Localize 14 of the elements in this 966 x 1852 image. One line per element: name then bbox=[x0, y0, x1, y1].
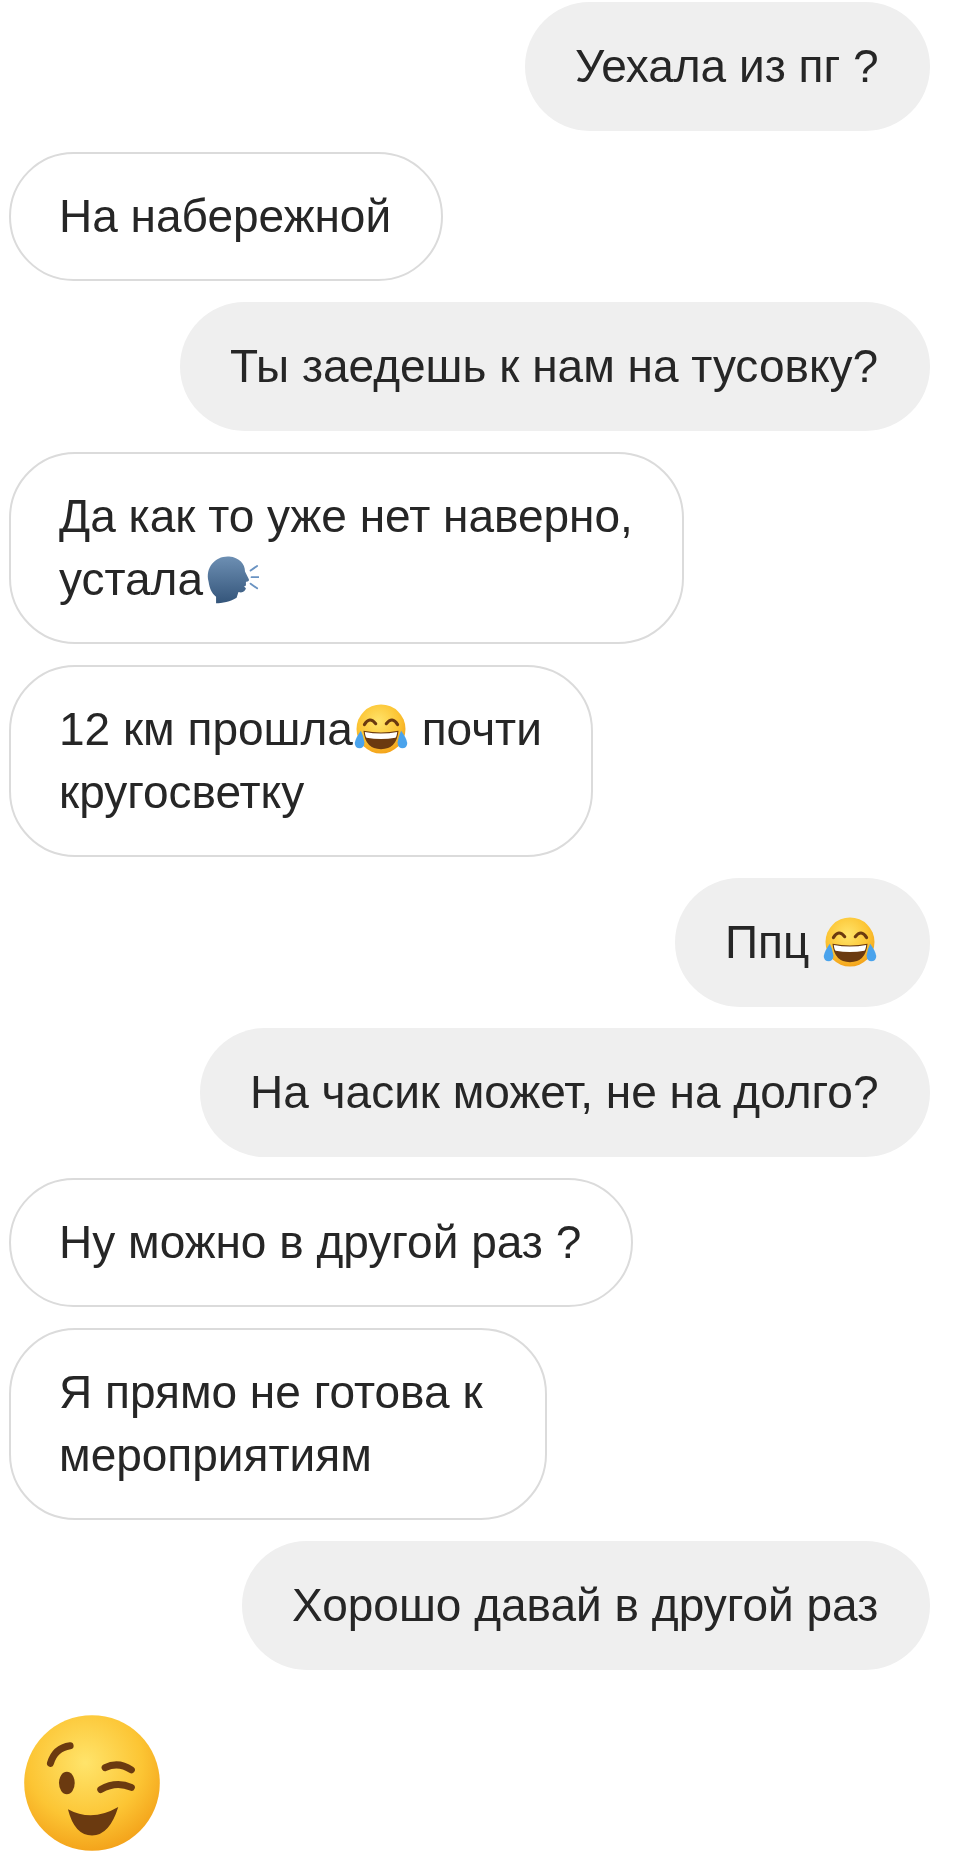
message-text: Да как то уже нет наверно, bbox=[59, 490, 633, 542]
message-text: кругосветку bbox=[59, 766, 305, 818]
message-text: Хорошо давай в другой раз bbox=[292, 1579, 879, 1631]
message-text: 12 км прошла bbox=[59, 703, 353, 755]
winking-face-icon bbox=[22, 1713, 162, 1852]
message-text: устала bbox=[59, 553, 204, 605]
message-text: На набережной bbox=[59, 190, 392, 242]
message-text: Ты заедешь к нам на тусовку? bbox=[230, 340, 879, 392]
message-text: почти bbox=[420, 703, 542, 755]
message-text: Уехала из пг ? bbox=[575, 40, 879, 92]
message-text: Ну можно в другой раз ? bbox=[59, 1216, 582, 1268]
message-text: На часик может, не на долго? bbox=[250, 1066, 879, 1118]
message-text: Ппц bbox=[725, 916, 811, 968]
message-text: Я прямо не готова к мероприятиям bbox=[59, 1366, 484, 1481]
